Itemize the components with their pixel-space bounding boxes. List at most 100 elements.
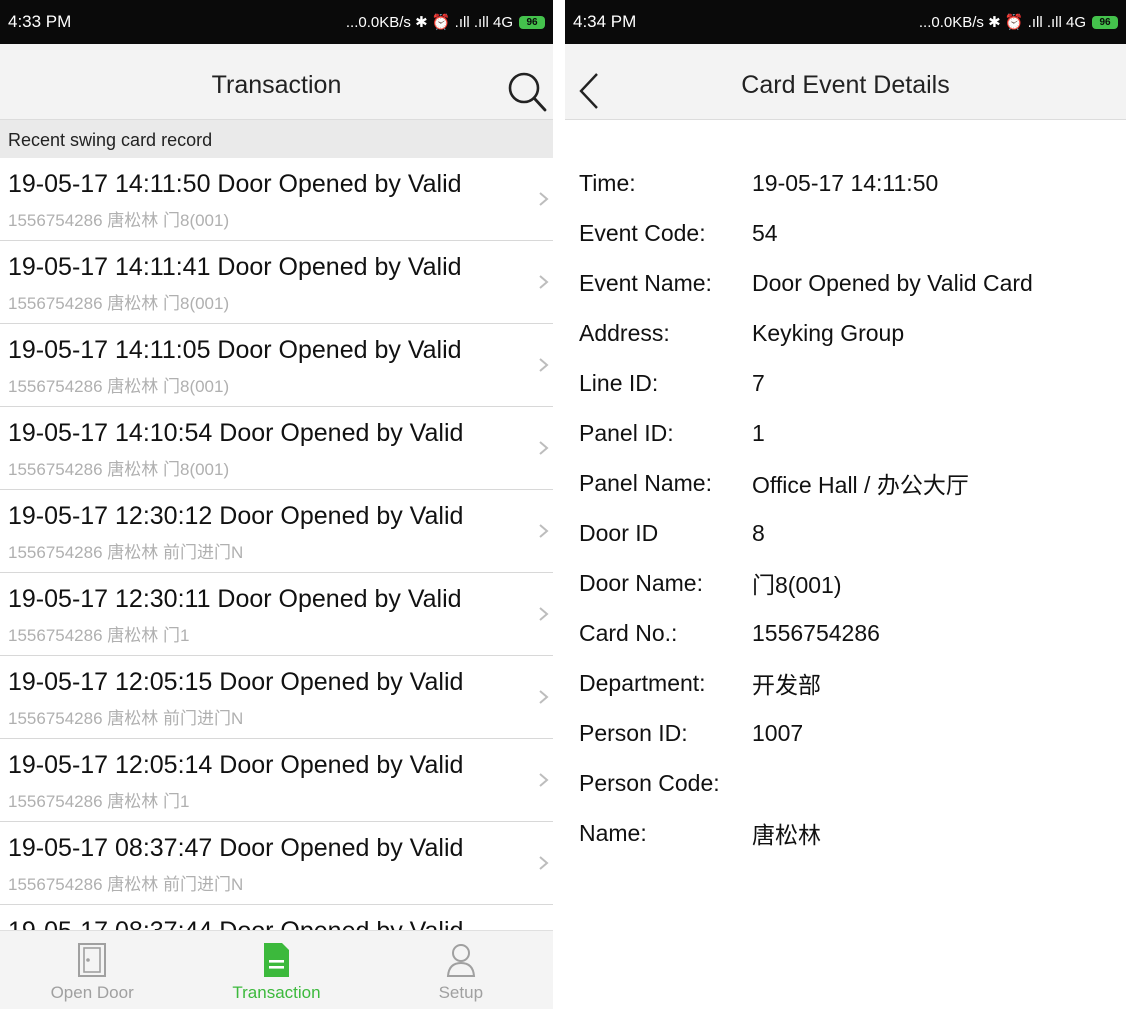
chevron-right-icon (539, 690, 549, 704)
detail-value: 8 (752, 519, 765, 546)
detail-row: Panel ID: 1 (579, 408, 1126, 458)
detail-row: Event Name: Door Opened by Valid Card (579, 258, 1126, 308)
document-icon (264, 943, 290, 977)
detail-row: Event Code: 54 (579, 208, 1126, 258)
list-item[interactable]: 19-05-17 12:05:14 Door Opened by Valid 15… (0, 739, 553, 822)
status-bar: 4:33 PM ...0.0KB/s ✱ ⏰ .ıll .ıll 4G 96 (0, 0, 553, 44)
detail-label: Card No.: (579, 619, 678, 646)
detail-value: Office Hall / 办公大厅 (752, 472, 969, 498)
record-title: 19-05-17 14:11:41 Door Opened by Valid (8, 253, 462, 281)
page-title: Card Event Details (741, 71, 950, 99)
list-item[interactable]: 19-05-17 12:05:15 Door Opened by Valid 15… (0, 656, 553, 739)
detail-value: 7 (752, 369, 765, 396)
record-title: 19-05-17 08:37:47 Door Opened by Valid (8, 834, 464, 862)
detail-row: Name: 唐松林 (579, 808, 1126, 858)
detail-label: Panel ID: (579, 419, 674, 446)
chevron-right-icon (539, 358, 549, 372)
record-title: 19-05-17 12:30:11 Door Opened by Valid (8, 585, 462, 613)
detail-label: Event Code: (579, 219, 706, 246)
detail-label: Name: (579, 819, 647, 846)
detail-row: Person Code: (579, 758, 1126, 808)
card-event-details-screen: 4:34 PM ...0.0KB/s ✱ ⏰ .ıll .ıll 4G 96 C… (565, 0, 1126, 1009)
detail-row: Panel Name: Office Hall / 办公大厅 (579, 458, 1126, 508)
tab-setup[interactable]: Setup (369, 931, 553, 1009)
record-title: 19-05-17 12:05:14 Door Opened by Valid (8, 751, 464, 779)
record-subtitle: 1556754286 唐松林 前门进门N (8, 543, 244, 562)
list-item[interactable]: 19-05-17 14:11:50 Door Opened by Valid 15… (0, 158, 553, 241)
detail-value: 唐松林 (752, 822, 821, 848)
detail-value: 1556754286 (752, 619, 880, 646)
battery-icon: 96 (519, 15, 545, 29)
door-icon (78, 943, 107, 977)
record-subtitle: 1556754286 唐松林 门8(001) (8, 460, 230, 479)
detail-label: Panel Name: (579, 469, 712, 496)
tab-open-door[interactable]: Open Door (0, 931, 184, 1009)
record-title: 19-05-17 14:11:50 Door Opened by Valid (8, 170, 462, 198)
chevron-right-icon (539, 441, 549, 455)
detail-label: Line ID: (579, 369, 659, 396)
detail-value: 1 (752, 419, 765, 446)
tab-open-door-label: Open Door (50, 983, 134, 1002)
detail-label: Address: (579, 319, 670, 346)
transaction-screen: 4:33 PM ...0.0KB/s ✱ ⏰ .ıll .ıll 4G 96 T… (0, 0, 553, 1009)
list-item[interactable]: 19-05-17 14:11:41 Door Opened by Valid 15… (0, 241, 553, 324)
detail-row: Door ID 8 (579, 508, 1126, 558)
record-subtitle: 1556754286 唐松林 前门进门N (8, 875, 244, 894)
tab-transaction[interactable]: Transaction (184, 931, 368, 1009)
detail-row: Time: 19-05-17 14:11:50 (579, 158, 1126, 208)
status-bar: 4:34 PM ...0.0KB/s ✱ ⏰ .ıll .ıll 4G 96 (565, 0, 1126, 44)
detail-value: 19-05-17 14:11:50 (752, 169, 939, 196)
record-subtitle: 1556754286 唐松林 前门进门N (8, 709, 244, 728)
chevron-right-icon (539, 192, 549, 206)
detail-label: Door ID (579, 519, 659, 546)
battery-icon: 96 (1092, 15, 1118, 29)
detail-label: Person ID: (579, 719, 688, 746)
detail-value: 门8(001) (752, 572, 842, 598)
detail-label: Door Name: (579, 569, 703, 596)
detail-value: Door Opened by Valid Card (752, 269, 1033, 296)
list-item[interactable]: 19-05-17 08:37:47 Door Opened by Valid 15… (0, 822, 553, 905)
record-list: 19-05-17 14:11:50 Door Opened by Valid 15… (0, 158, 553, 988)
detail-row: Line ID: 7 (579, 358, 1126, 408)
detail-label: Department: (579, 669, 706, 696)
record-subtitle: 1556754286 唐松林 门8(001) (8, 377, 230, 396)
tab-setup-label: Setup (438, 983, 484, 1002)
record-title: 19-05-17 12:05:15 Door Opened by Valid (8, 668, 464, 696)
list-item[interactable]: 19-05-17 14:11:05 Door Opened by Valid 15… (0, 324, 553, 407)
detail-value: Keyking Group (752, 319, 905, 346)
detail-value: 1007 (752, 719, 804, 746)
record-subtitle: 1556754286 唐松林 门1 (8, 792, 190, 811)
detail-row: Address: Keyking Group (579, 308, 1126, 358)
detail-value: 开发部 (752, 672, 821, 698)
status-time: 4:33 PM (8, 12, 72, 31)
detail-value: 54 (752, 219, 778, 246)
list-item[interactable]: 19-05-17 14:10:54 Door Opened by Valid 15… (0, 407, 553, 490)
list-item[interactable]: 19-05-17 12:30:12 Door Opened by Valid 15… (0, 490, 553, 573)
record-title: 19-05-17 12:30:12 Door Opened by Valid (8, 502, 464, 530)
search-icon (508, 72, 547, 112)
record-subtitle: 1556754286 唐松林 门8(001) (8, 211, 230, 230)
header: Card Event Details (565, 44, 1126, 120)
detail-row: Card No.: 1556754286 (579, 608, 1126, 658)
page-title: Transaction (211, 71, 342, 99)
record-title: 19-05-17 14:11:05 Door Opened by Valid (8, 336, 462, 364)
tab-transaction-label: Transaction (232, 983, 321, 1002)
chevron-right-icon (539, 275, 549, 289)
detail-row: Department: 开发部 (579, 658, 1126, 708)
detail-label: Event Name: (579, 269, 712, 296)
detail-row: Person ID: 1007 (579, 708, 1126, 758)
status-indicators: ...0.0KB/s ✱ ⏰ .ıll .ıll 4G (918, 14, 1086, 31)
person-icon (446, 944, 475, 977)
status-time: 4:34 PM (573, 12, 637, 31)
detail-label: Time: (579, 169, 636, 196)
chevron-right-icon (539, 524, 549, 538)
record-subtitle: 1556754286 唐松林 门1 (8, 626, 190, 645)
chevron-right-icon (539, 856, 549, 870)
record-subtitle: 1556754286 唐松林 门8(001) (8, 294, 230, 313)
list-item[interactable]: 19-05-17 12:30:11 Door Opened by Valid 15… (0, 573, 553, 656)
chevron-right-icon (539, 607, 549, 621)
search-button[interactable] (503, 68, 549, 114)
record-title: 19-05-17 14:10:54 Door Opened by Valid (8, 419, 464, 447)
status-indicators: ...0.0KB/s ✱ ⏰ .ıll .ıll 4G (345, 14, 513, 31)
detail-row: Door Name: 门8(001) (579, 558, 1126, 608)
